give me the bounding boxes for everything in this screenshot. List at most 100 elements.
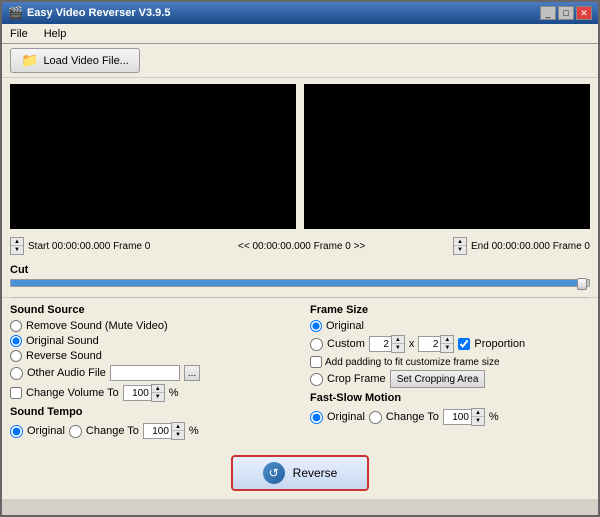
set-crop-button[interactable]: Set Cropping Area — [390, 370, 486, 388]
cut-slider-track[interactable] — [10, 279, 590, 287]
sound-source-title: Sound Source — [10, 304, 290, 316]
sound-original-radio[interactable] — [10, 335, 22, 347]
volume-down-arrow[interactable]: ▼ — [152, 393, 164, 401]
motion-original-radio[interactable] — [310, 411, 323, 424]
menu-bar: File Help — [2, 24, 598, 44]
frame-w-spinner: 2 ▲ ▼ — [369, 335, 405, 353]
tempo-change-radio[interactable] — [69, 425, 82, 438]
audio-file-input[interactable] — [110, 365, 180, 381]
frame-custom-radio[interactable] — [310, 338, 323, 351]
timeline-row: ▲ ▼ Start 00:00:00.000 Frame 0 << 00:00:… — [10, 237, 590, 255]
volume-spinner: 100 ▲ ▼ — [123, 384, 165, 402]
motion-input[interactable]: 100 — [443, 409, 471, 425]
motion-change-label: Change To — [386, 411, 439, 423]
volume-up-arrow[interactable]: ▲ — [152, 385, 164, 393]
minimize-button[interactable]: _ — [540, 6, 556, 20]
sound-tempo-row: Original Change To 100 ▲ ▼ % — [10, 422, 290, 440]
reverse-button[interactable]: ↺ Reverse — [231, 455, 370, 491]
frame-h-down-arrow[interactable]: ▼ — [441, 344, 453, 352]
sound-mute-row: Remove Sound (Mute Video) — [10, 320, 290, 332]
video-area — [2, 78, 598, 235]
start-time-label: Start 00:00:00.000 Frame 0 — [28, 241, 150, 252]
slider-container — [2, 277, 598, 297]
reverse-button-label: Reverse — [293, 466, 338, 480]
end-frame-spinner[interactable]: ▲ ▼ — [453, 237, 467, 255]
sound-tempo-title: Sound Tempo — [10, 406, 290, 418]
tempo-original-label: Original — [27, 425, 65, 437]
sound-other-radio[interactable] — [10, 367, 23, 380]
maximize-button[interactable]: □ — [558, 6, 574, 20]
motion-up-arrow[interactable]: ▲ — [472, 409, 484, 417]
reverse-btn-container: ↺ Reverse — [2, 449, 598, 499]
frame-custom-row: Custom 2 ▲ ▼ x 2 ▲ ▼ Proportion — [310, 335, 590, 353]
tempo-unit: % — [189, 425, 199, 437]
timeline-area: ▲ ▼ Start 00:00:00.000 Frame 0 << 00:00:… — [2, 235, 598, 262]
tempo-down-arrow[interactable]: ▼ — [172, 431, 184, 439]
left-panel: Sound Source Remove Sound (Mute Video) O… — [10, 304, 290, 443]
window-title: Easy Video Reverser V3.9.5 — [27, 7, 171, 19]
load-button-label: Load Video File... — [43, 55, 128, 67]
padding-label: Add padding to fit customize frame size — [325, 357, 500, 368]
frame-width-input[interactable]: 2 — [369, 336, 391, 352]
volume-row: Change Volume To 100 ▲ ▼ % — [10, 384, 290, 402]
video-panel-right — [304, 84, 590, 229]
toolbar: 📁 Load Video File... — [2, 44, 598, 78]
volume-unit: % — [169, 387, 179, 399]
menu-help[interactable]: Help — [40, 27, 71, 41]
end-up-arrow[interactable]: ▲ — [454, 238, 466, 246]
frame-x-label: x — [409, 338, 415, 350]
menu-file[interactable]: File — [6, 27, 32, 41]
motion-down-arrow[interactable]: ▼ — [472, 417, 484, 425]
tempo-original-radio[interactable] — [10, 425, 23, 438]
motion-title: Fast-Slow Motion — [310, 392, 590, 404]
frame-crop-row: Crop Frame Set Cropping Area — [310, 370, 590, 388]
right-panel: Frame Size Original Custom 2 ▲ ▼ x 2 ▲ ▼ — [310, 304, 590, 443]
load-video-button[interactable]: 📁 Load Video File... — [10, 48, 140, 73]
sound-original-row: Original Sound — [10, 335, 290, 347]
frame-original-radio[interactable] — [310, 320, 322, 332]
slider-thumb[interactable] — [577, 278, 587, 290]
browse-audio-button[interactable]: ... — [184, 365, 200, 381]
sound-original-label: Original Sound — [26, 335, 99, 347]
sound-mute-label: Remove Sound (Mute Video) — [26, 320, 168, 332]
start-frame-spinner[interactable]: ▲ ▼ — [10, 237, 24, 255]
sound-other-label: Other Audio File — [27, 367, 106, 379]
frame-h-up-arrow[interactable]: ▲ — [441, 336, 453, 344]
sound-reverse-label: Reverse Sound — [26, 350, 102, 362]
change-volume-checkbox[interactable] — [10, 387, 22, 399]
proportion-label: Proportion — [474, 338, 525, 350]
padding-checkbox[interactable] — [310, 356, 322, 368]
video-panel-left — [10, 84, 296, 229]
tempo-change-label: Change To — [86, 425, 139, 437]
frame-w-down-arrow[interactable]: ▼ — [392, 344, 404, 352]
sound-reverse-radio[interactable] — [10, 350, 22, 362]
tempo-input[interactable]: 100 — [143, 423, 171, 439]
proportion-checkbox[interactable] — [458, 338, 470, 350]
main-content: Sound Source Remove Sound (Mute Video) O… — [2, 298, 598, 449]
frame-crop-label: Crop Frame — [327, 373, 386, 385]
frame-w-up-arrow[interactable]: ▲ — [392, 336, 404, 344]
frame-height-input[interactable]: 2 — [418, 336, 440, 352]
start-down-arrow[interactable]: ▼ — [11, 246, 23, 254]
tempo-up-arrow[interactable]: ▲ — [172, 423, 184, 431]
frame-h-spinner: 2 ▲ ▼ — [418, 335, 454, 353]
slider-fill — [11, 280, 577, 286]
title-bar: 🎬 Easy Video Reverser V3.9.5 _ □ ✕ — [2, 2, 598, 24]
frame-size-title: Frame Size — [310, 304, 590, 316]
reverse-icon: ↺ — [263, 462, 285, 484]
middle-time-label: << 00:00:00.000 Frame 0 >> — [154, 241, 449, 252]
end-down-arrow[interactable]: ▼ — [454, 246, 466, 254]
sound-mute-radio[interactable] — [10, 320, 22, 332]
end-time-label: End 00:00:00.000 Frame 0 — [471, 241, 590, 252]
close-button[interactable]: ✕ — [576, 6, 592, 20]
start-up-arrow[interactable]: ▲ — [11, 238, 23, 246]
frame-crop-radio[interactable] — [310, 373, 323, 386]
motion-row: Original Change To 100 ▲ ▼ % — [310, 408, 590, 426]
volume-input[interactable]: 100 — [123, 385, 151, 401]
window-controls: _ □ ✕ — [540, 6, 592, 20]
motion-change-radio[interactable] — [369, 411, 382, 424]
padding-row: Add padding to fit customize frame size — [310, 356, 590, 368]
folder-icon: 📁 — [21, 52, 38, 69]
motion-original-label: Original — [327, 411, 365, 423]
frame-original-label: Original — [326, 320, 364, 332]
